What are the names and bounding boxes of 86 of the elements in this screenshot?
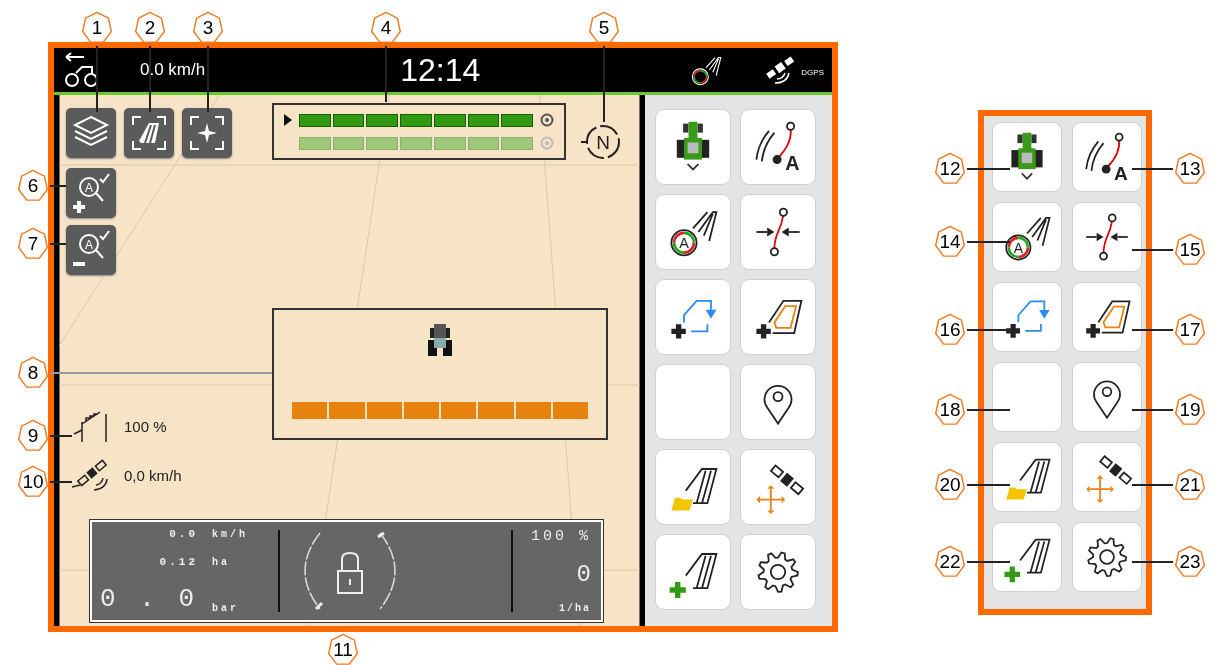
value-reading: 0 . 0 xyxy=(99,584,198,614)
menu-button[interactable] xyxy=(1072,522,1142,592)
map-button[interactable] xyxy=(66,108,116,158)
callout-number: 8 xyxy=(16,355,50,391)
leader-line xyxy=(966,168,1011,170)
leader-line xyxy=(49,185,67,187)
callout-number: 7 xyxy=(16,226,50,262)
callout-number: 20 xyxy=(933,467,967,503)
callout-number: 12 xyxy=(933,151,967,187)
callout-number: 16 xyxy=(933,312,967,348)
leader-line xyxy=(966,241,1011,243)
value-reading: 0.0 xyxy=(168,528,198,540)
rate-reading: 100 % xyxy=(124,417,167,435)
menu-button[interactable] xyxy=(992,282,1062,352)
callout-number: 19 xyxy=(1173,392,1207,428)
unit-label: bar xyxy=(212,603,239,614)
leader-line xyxy=(966,561,1011,563)
menu-button[interactable] xyxy=(1072,282,1142,352)
callout-number: 15 xyxy=(1173,232,1207,268)
menu-button[interactable]: A xyxy=(992,202,1062,272)
leader-line xyxy=(1131,561,1174,563)
pointer-icon xyxy=(284,114,292,126)
tractor-icon xyxy=(425,322,455,358)
knob-icon xyxy=(540,113,554,127)
leader-line xyxy=(207,45,209,113)
callout-number: 1 xyxy=(80,10,114,46)
clock-time: 12:14 xyxy=(400,51,481,89)
satellite-icon xyxy=(72,457,108,493)
leader-line xyxy=(966,409,1011,411)
menu-button[interactable] xyxy=(740,534,816,610)
menu-button[interactable] xyxy=(992,522,1062,592)
callout-number: 13 xyxy=(1173,151,1207,187)
knob-icon xyxy=(540,136,554,150)
callout-number: 10 xyxy=(16,464,50,500)
unit-label: km/h xyxy=(212,529,248,540)
callout-number: 11 xyxy=(326,632,360,665)
menu-button[interactable] xyxy=(740,449,816,525)
leader-line xyxy=(1131,409,1174,411)
menu-button[interactable] xyxy=(655,449,731,525)
menu-button[interactable] xyxy=(740,194,816,270)
leader-line xyxy=(49,481,73,483)
value-reading: 0.12 xyxy=(158,556,198,568)
menu-button[interactable] xyxy=(1072,202,1142,272)
callout-number: 23 xyxy=(1173,544,1207,580)
leader-line xyxy=(966,484,1011,486)
leader-line xyxy=(1131,168,1174,170)
menu-button[interactable]: A xyxy=(655,194,731,270)
rate-icon xyxy=(72,408,108,444)
leader-line xyxy=(49,435,73,437)
callout-number: 3 xyxy=(191,10,225,46)
menu-button[interactable] xyxy=(1072,442,1142,512)
callout-number: 14 xyxy=(933,224,967,260)
gps-mode-label: DGPS xyxy=(801,68,824,77)
rate-reading: 100 % xyxy=(531,528,591,545)
leader-line xyxy=(1131,249,1174,251)
leader-line xyxy=(1131,329,1174,331)
leader-line xyxy=(1131,484,1174,486)
menu-button[interactable]: A xyxy=(740,109,816,185)
menu-button[interactable] xyxy=(992,122,1062,192)
menu-button[interactable] xyxy=(655,534,731,610)
unit-label: 1/ha xyxy=(559,603,591,614)
speed-reading: 0,0 km/h xyxy=(124,466,182,484)
callout-number: 18 xyxy=(933,392,967,428)
callout-number: 5 xyxy=(587,10,621,46)
leader-line xyxy=(96,45,98,113)
speed-reading: 0.0 km/h xyxy=(140,60,206,80)
callout-number: 22 xyxy=(933,544,967,580)
map-button[interactable] xyxy=(124,108,174,158)
menu-button[interactable] xyxy=(740,364,816,440)
leader-line xyxy=(149,45,151,113)
callout-number: 9 xyxy=(16,418,50,454)
callout-number: 2 xyxy=(133,10,167,46)
callout-number: 17 xyxy=(1173,312,1207,348)
leader-line xyxy=(49,243,67,245)
leader-line xyxy=(385,45,387,103)
menu-button[interactable] xyxy=(992,442,1062,512)
menu-button[interactable] xyxy=(1072,362,1142,432)
menu-button[interactable]: A xyxy=(1072,122,1142,192)
unit-label: ha xyxy=(212,557,230,568)
menu-button[interactable] xyxy=(740,279,816,355)
callout-number: 4 xyxy=(369,10,403,46)
menu-button[interactable] xyxy=(655,109,731,185)
callout-number: 6 xyxy=(16,168,50,204)
callout-number: 21 xyxy=(1173,467,1207,503)
count-reading: 0 xyxy=(576,560,591,588)
map-button[interactable] xyxy=(182,108,232,158)
